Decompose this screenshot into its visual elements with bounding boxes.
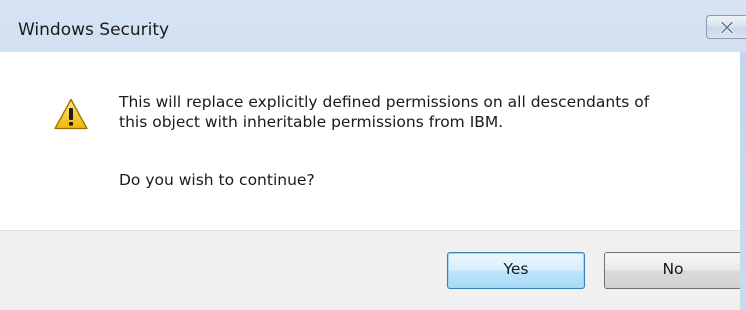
dialog-question: Do you wish to continue? — [119, 171, 315, 189]
no-button[interactable]: No — [604, 252, 742, 289]
message-line-2: this object with inheritable permissions… — [119, 113, 504, 131]
window-frame-edge — [740, 52, 746, 310]
warning-icon — [54, 98, 88, 130]
security-dialog: Windows Security This will replace expli… — [0, 0, 746, 310]
dialog-footer: Yes No — [0, 230, 742, 310]
close-button[interactable] — [706, 15, 746, 39]
message-line-1: This will replace explicitly defined per… — [119, 93, 650, 111]
dialog-content: This will replace explicitly defined per… — [0, 52, 740, 230]
close-icon — [720, 21, 734, 34]
yes-button[interactable]: Yes — [447, 252, 585, 289]
dialog-message: This will replace explicitly defined per… — [119, 92, 719, 132]
window-title: Windows Security — [18, 20, 170, 40]
title-bar[interactable]: Windows Security — [0, 0, 746, 52]
